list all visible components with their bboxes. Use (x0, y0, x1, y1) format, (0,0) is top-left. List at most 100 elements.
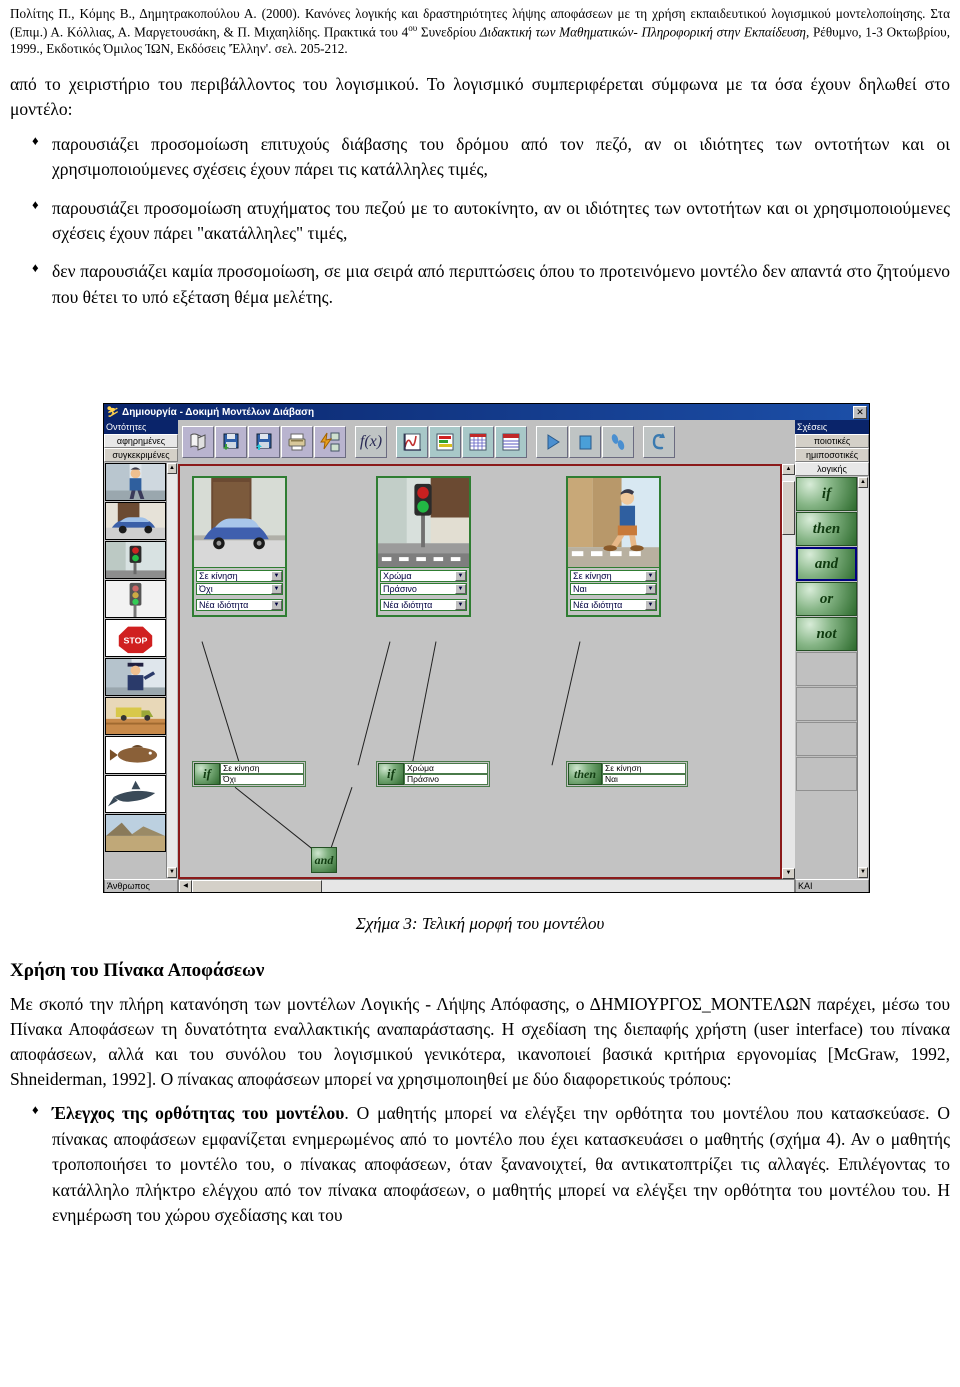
chevron-down-icon[interactable]: ▼ (271, 584, 282, 594)
scroll-up-icon[interactable]: ▲ (858, 477, 868, 488)
chevron-down-icon[interactable]: ▼ (645, 584, 656, 594)
tab-concrete-entities[interactable]: συγκεκριμένες (104, 448, 178, 462)
entities-panel: Οντότητες αφηρημένες συγκεκριμένες STOP … (104, 420, 178, 892)
logic-block-or[interactable]: or (796, 582, 857, 616)
palette-item-traffic-light-pedestrian[interactable] (105, 541, 166, 579)
print-icon[interactable] (281, 426, 313, 458)
undo-icon[interactable] (643, 426, 675, 458)
light-new-property-dropdown[interactable]: Νέα ιδιότητα ▼ (380, 599, 467, 611)
then-keyword-block[interactable]: then (568, 763, 602, 785)
logic-block-then[interactable]: then (796, 512, 857, 546)
pedestrian-object[interactable]: Σε κίνηση ▼ Ναι ▼ Νέα ιδιότητα ▼ (566, 476, 661, 617)
chevron-down-icon[interactable]: ▼ (271, 571, 282, 581)
and-connector[interactable]: and (311, 847, 337, 873)
palette-item-traffic-light-vehicle[interactable] (105, 580, 166, 618)
then-rule-pedestrian[interactable]: then Σε κίνηση Ναι (566, 761, 688, 787)
then-rule-pedestrian-property[interactable]: Σε κίνηση (602, 763, 686, 774)
car-new-property-dropdown[interactable]: Νέα ιδιότητα ▼ (196, 599, 283, 611)
network-link-icon[interactable] (314, 426, 346, 458)
if-rule-car[interactable]: if Σε κίνηση Όχι (192, 761, 306, 787)
data-table-icon[interactable] (495, 426, 527, 458)
scroll-track[interactable] (167, 474, 177, 867)
scroll-left-icon[interactable]: ◀ (179, 880, 192, 892)
new-document-icon[interactable] (182, 426, 214, 458)
chevron-down-icon[interactable]: ▼ (455, 571, 466, 581)
pedestrian-new-property-dropdown[interactable]: Νέα ιδιότητα ▼ (570, 599, 657, 611)
palette-item-blue-car[interactable] (105, 502, 166, 540)
open-icon[interactable] (248, 426, 280, 458)
tab-qualitative-relations[interactable]: ποιοτικές (795, 434, 869, 448)
stop-icon[interactable] (569, 426, 601, 458)
entities-palette-scrollbar[interactable]: ▲ ▼ (166, 463, 177, 878)
scroll-thumb[interactable] (192, 880, 322, 892)
palette-item-pedestrian-boy[interactable] (105, 463, 166, 501)
scroll-down-icon[interactable]: ▼ (167, 867, 177, 878)
chevron-down-icon[interactable]: ▼ (645, 600, 656, 610)
if-rule-light-value[interactable]: Πράσινο (404, 774, 488, 785)
figure-caption: Σχήμα 3: Τελική μορφή του μοντέλου (355, 914, 605, 933)
citation-header: Πολίτης Π., Κόμης Β., Δημητρακοπούλου Α.… (10, 6, 950, 58)
car-property-dropdown[interactable]: Σε κίνηση ▼ (196, 570, 283, 582)
then-rule-pedestrian-value[interactable]: Ναι (602, 774, 686, 785)
tab-abstract-entities[interactable]: αφηρημένες (104, 434, 178, 448)
relations-panel-header: Σχέσεις (795, 420, 869, 434)
play-icon[interactable] (536, 426, 568, 458)
tab-semiquantitative-relations[interactable]: ημιποσοτικές (795, 448, 869, 462)
pedestrian-value-dropdown[interactable]: Ναι ▼ (570, 583, 657, 595)
behaviour-bullet-list: παρουσιάζει προσομοίωση επιτυχούς διάβασ… (10, 132, 950, 310)
logic-slot-empty[interactable] (796, 757, 857, 791)
logic-block-not[interactable]: not (796, 617, 857, 651)
scroll-thumb[interactable] (782, 481, 795, 535)
car-value-dropdown[interactable]: Όχι ▼ (196, 583, 283, 595)
function-fx-icon[interactable]: f(x) (355, 426, 387, 458)
tab-logic-relations[interactable]: λογικής (795, 462, 869, 476)
close-icon[interactable]: ✕ (853, 405, 867, 419)
line-chart-icon[interactable] (396, 426, 428, 458)
light-value-dropdown[interactable]: Πράσινο ▼ (380, 583, 467, 595)
logic-slot-empty[interactable] (796, 687, 857, 721)
step-footprints-icon[interactable] (602, 426, 634, 458)
canvas-horizontal-scrollbar[interactable]: ◀ (178, 879, 795, 892)
scroll-track[interactable] (858, 488, 868, 867)
car-object-thumbnail (194, 478, 285, 568)
bar-chart-icon[interactable] (429, 426, 461, 458)
scroll-up-icon[interactable]: ▲ (167, 463, 177, 474)
bullet-item: Έλεγχος της ορθότητας του μοντέλου. Ο μα… (10, 1101, 950, 1228)
palette-item-police-officer[interactable] (105, 658, 166, 696)
light-property-dropdown[interactable]: Χρώμα ▼ (380, 570, 467, 582)
canvas-vertical-scrollbar[interactable]: ▲ ▼ (782, 464, 795, 879)
save-icon[interactable] (215, 426, 247, 458)
scroll-up-icon[interactable]: ▲ (782, 464, 795, 475)
chevron-down-icon[interactable]: ▼ (645, 571, 656, 581)
chevron-down-icon[interactable]: ▼ (455, 584, 466, 594)
grid-table-icon[interactable] (462, 426, 494, 458)
palette-item-fish-brown[interactable] (105, 736, 166, 774)
relations-palette-scrollbar[interactable]: ▲ ▼ (857, 477, 868, 878)
scroll-down-icon[interactable]: ▼ (858, 867, 868, 878)
scroll-down-icon[interactable]: ▼ (782, 868, 795, 879)
traffic-light-object[interactable]: Χρώμα ▼ Πράσινο ▼ Νέα ιδιότητα ▼ (376, 476, 471, 617)
intro-paragraph: από το χειριστήριο του περιβάλλοντος του… (10, 74, 950, 119)
modelling-application-window: ⛷ Δημιουργία - Δοκιμή Μοντέλων Διάβαση ✕… (103, 403, 870, 893)
if-rule-light-property[interactable]: Χρώμα (404, 763, 488, 774)
palette-item-shark[interactable] (105, 775, 166, 813)
scroll-track[interactable] (782, 475, 795, 868)
logic-slot-empty[interactable] (796, 722, 857, 756)
palette-item-stop-sign[interactable]: STOP (105, 619, 166, 657)
if-rule-car-property[interactable]: Σε κίνηση (220, 763, 304, 774)
if-rule-car-value[interactable]: Όχι (220, 774, 304, 785)
bullet-item: παρουσιάζει προσομοίωση επιτυχούς διάβασ… (10, 132, 950, 183)
model-canvas[interactable]: Σε κίνηση ▼ Όχι ▼ Νέα ιδιότητα ▼ Χρώμα ▼… (178, 464, 782, 879)
car-object[interactable]: Σε κίνηση ▼ Όχι ▼ Νέα ιδιότητα ▼ (192, 476, 287, 617)
logic-block-and[interactable]: and (796, 547, 857, 581)
if-keyword-block[interactable]: if (378, 763, 404, 785)
chevron-down-icon[interactable]: ▼ (271, 600, 282, 610)
logic-slot-empty[interactable] (796, 652, 857, 686)
palette-item-truck[interactable] (105, 697, 166, 735)
palette-item-landscape[interactable] (105, 814, 166, 852)
logic-block-if[interactable]: if (796, 477, 857, 511)
if-rule-light[interactable]: if Χρώμα Πράσινο (376, 761, 490, 787)
if-keyword-block[interactable]: if (194, 763, 220, 785)
chevron-down-icon[interactable]: ▼ (455, 600, 466, 610)
pedestrian-property-dropdown[interactable]: Σε κίνηση ▼ (570, 570, 657, 582)
